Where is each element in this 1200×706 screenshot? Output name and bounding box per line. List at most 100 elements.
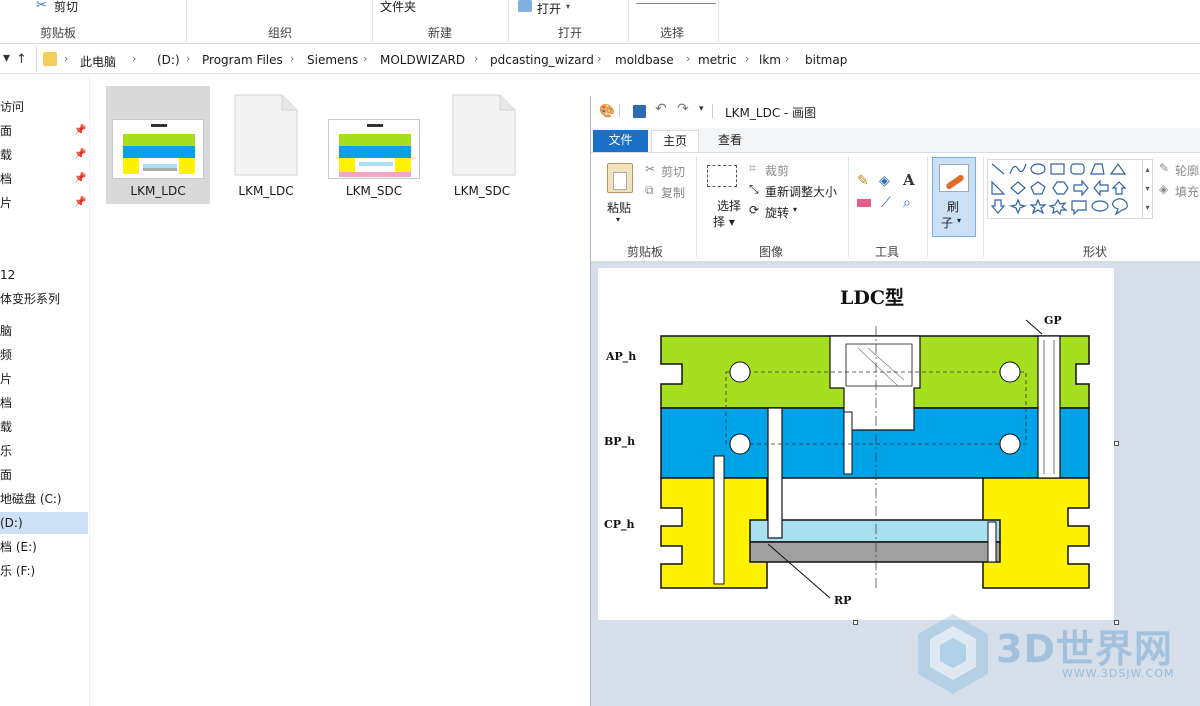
magnifier-icon[interactable]: ⌕ — [903, 195, 911, 211]
chevron-right-icon[interactable]: › — [132, 52, 136, 65]
pin-icon[interactable]: 📌 — [74, 120, 86, 142]
chevron-right-icon[interactable]: › — [363, 52, 367, 65]
nav-item-drive-c[interactable]: 地磁盘 (C:) — [0, 488, 88, 510]
breadcrumb-item[interactable]: 此电脑 — [80, 53, 116, 70]
screw-hole — [999, 361, 1021, 383]
resize-button[interactable]: 重新调整大小 — [765, 183, 837, 200]
breadcrumb-item[interactable]: pdcasting_wizard — [490, 53, 594, 67]
rotate-button[interactable]: 旋转 — [765, 204, 789, 221]
text-icon[interactable]: A — [903, 171, 915, 189]
up-arrow-icon[interactable]: ↑ — [16, 52, 27, 67]
chevron-right-icon[interactable]: › — [186, 52, 190, 65]
crop-icon[interactable]: ⌗ — [749, 161, 756, 176]
file-item[interactable]: LKM_SDC — [322, 86, 426, 204]
file-item[interactable]: LKM_LDC — [214, 86, 318, 204]
dropdown-arrow-icon[interactable]: ▾ — [566, 2, 570, 11]
chevron-right-icon[interactable]: › — [686, 52, 690, 65]
fill-icon[interactable]: ◈ — [1159, 182, 1168, 196]
paste-button[interactable]: 粘贴 — [607, 199, 631, 216]
chevron-right-icon[interactable]: › — [785, 52, 789, 65]
nav-item[interactable]: 片 📌 — [0, 192, 88, 214]
select-all-icon[interactable] — [636, 0, 716, 4]
outline-icon[interactable]: ✎ — [1159, 161, 1169, 175]
redo-icon[interactable]: ↷ — [677, 101, 689, 117]
nav-item[interactable]: 体变形系列 — [0, 288, 88, 310]
breadcrumb-item[interactable]: Program Files — [202, 53, 283, 67]
open-button[interactable]: 打开 — [537, 0, 561, 17]
quick-access-dropdown-icon[interactable]: ▾ — [699, 104, 704, 114]
rotate-dropdown-icon[interactable]: ▾ — [793, 205, 797, 214]
breadcrumb-item[interactable]: (D:) — [157, 53, 180, 67]
select-icon[interactable] — [707, 165, 737, 187]
nav-item[interactable]: 载 📌 — [0, 144, 88, 166]
nav-item[interactable]: 访问 — [0, 96, 88, 118]
nav-item[interactable]: 12 — [0, 264, 88, 286]
pencil-icon[interactable]: ✎ — [857, 173, 869, 189]
breadcrumb[interactable]: › 此电脑 › (D:) › Program Files › Siemens ›… — [36, 47, 1200, 72]
new-folder-button[interactable]: 文件夹 — [380, 0, 416, 15]
nav-item[interactable]: 乐 — [0, 440, 88, 462]
file-item[interactable]: LKM_LDC — [106, 86, 210, 204]
outline-button[interactable]: 轮廓 — [1175, 162, 1199, 179]
chevron-right-icon[interactable]: › — [597, 52, 601, 65]
select-dropdown-icon[interactable]: 择 ▾ — [713, 213, 735, 230]
nav-item[interactable]: 档 — [0, 392, 88, 414]
file-item[interactable]: LKM_SDC — [430, 86, 534, 204]
paste-icon[interactable] — [607, 163, 633, 193]
breadcrumb-item[interactable]: moldbase — [615, 53, 674, 67]
eraser-icon[interactable] — [857, 199, 871, 207]
nav-item-drive-d[interactable]: (D:) — [0, 512, 88, 534]
nav-item-drive-e[interactable]: 档 (E:) — [0, 536, 88, 558]
canvas-resize-handle[interactable] — [853, 620, 858, 625]
pin-icon[interactable]: 📌 — [74, 192, 86, 214]
chevron-right-icon[interactable]: › — [290, 52, 294, 65]
nav-item[interactable]: 面 — [0, 464, 88, 486]
save-icon[interactable] — [633, 105, 646, 118]
paint-app-icon[interactable]: 🎨 — [599, 104, 615, 119]
fill-bucket-icon[interactable]: ◈ — [879, 173, 890, 189]
pin-icon[interactable]: 📌 — [74, 168, 86, 190]
scissors-icon[interactable]: ✂ — [36, 0, 47, 13]
copy-icon[interactable]: ⧉ — [645, 183, 654, 198]
scissors-icon[interactable]: ✂ — [645, 162, 655, 176]
chevron-right-icon[interactable]: › — [474, 52, 478, 65]
ejector-plate — [749, 541, 1001, 563]
canvas-resize-handle[interactable] — [1114, 441, 1119, 446]
chevron-right-icon[interactable]: › — [64, 52, 68, 65]
tab-view[interactable]: 查看 — [707, 130, 753, 152]
tab-file[interactable]: 文件 — [593, 130, 648, 152]
crop-button[interactable]: 裁剪 — [765, 162, 789, 179]
chevron-right-icon[interactable]: › — [745, 52, 749, 65]
nav-item[interactable]: 片 — [0, 368, 88, 390]
ribbon-separator — [927, 157, 928, 257]
brushes-dropdown-icon[interactable]: ▾ — [957, 216, 961, 225]
nav-item[interactable]: 频 — [0, 344, 88, 366]
breadcrumb-item[interactable]: Siemens — [307, 53, 358, 67]
nav-item[interactable]: 面 📌 — [0, 120, 88, 142]
shapes-gallery[interactable] — [987, 159, 1143, 219]
resize-icon[interactable]: ⤡ — [749, 182, 759, 197]
breadcrumb-item[interactable]: bitmap — [805, 53, 847, 67]
pin-icon[interactable]: 📌 — [74, 144, 86, 166]
nav-item[interactable]: 档 📌 — [0, 168, 88, 190]
fill-button[interactable]: 填充 — [1175, 183, 1199, 200]
copy-button[interactable]: 复制 — [661, 184, 685, 201]
drawing-canvas[interactable]: LDC型 AP_h BP_h CP_h GP RP — [598, 268, 1114, 620]
nav-item[interactable]: 脑 — [0, 320, 88, 342]
select-button[interactable]: 选择 — [717, 197, 741, 214]
paste-dropdown-icon[interactable]: ▾ — [616, 215, 620, 224]
rotate-icon[interactable]: ⟳ — [749, 203, 759, 217]
breadcrumb-item[interactable]: lkm — [759, 53, 781, 67]
recent-locations-icon[interactable]: ▾ — [3, 50, 10, 66]
brushes-button[interactable]: 刷 子 ▾ — [932, 157, 976, 237]
color-picker-icon[interactable]: ⟋ — [881, 195, 891, 211]
nav-item-drive-f[interactable]: 乐 (F:) — [0, 560, 88, 582]
undo-icon[interactable]: ↶ — [655, 101, 667, 117]
cut-button[interactable]: 剪切 — [54, 0, 78, 15]
tab-home[interactable]: 主页 — [651, 130, 699, 152]
breadcrumb-item[interactable]: metric — [698, 53, 737, 67]
breadcrumb-item[interactable]: MOLDWIZARD — [380, 53, 465, 67]
nav-item[interactable]: 载 — [0, 416, 88, 438]
shapes-scroll[interactable]: ▴ ▾ ▾ — [1143, 159, 1153, 219]
cut-button[interactable]: 剪切 — [661, 163, 685, 180]
